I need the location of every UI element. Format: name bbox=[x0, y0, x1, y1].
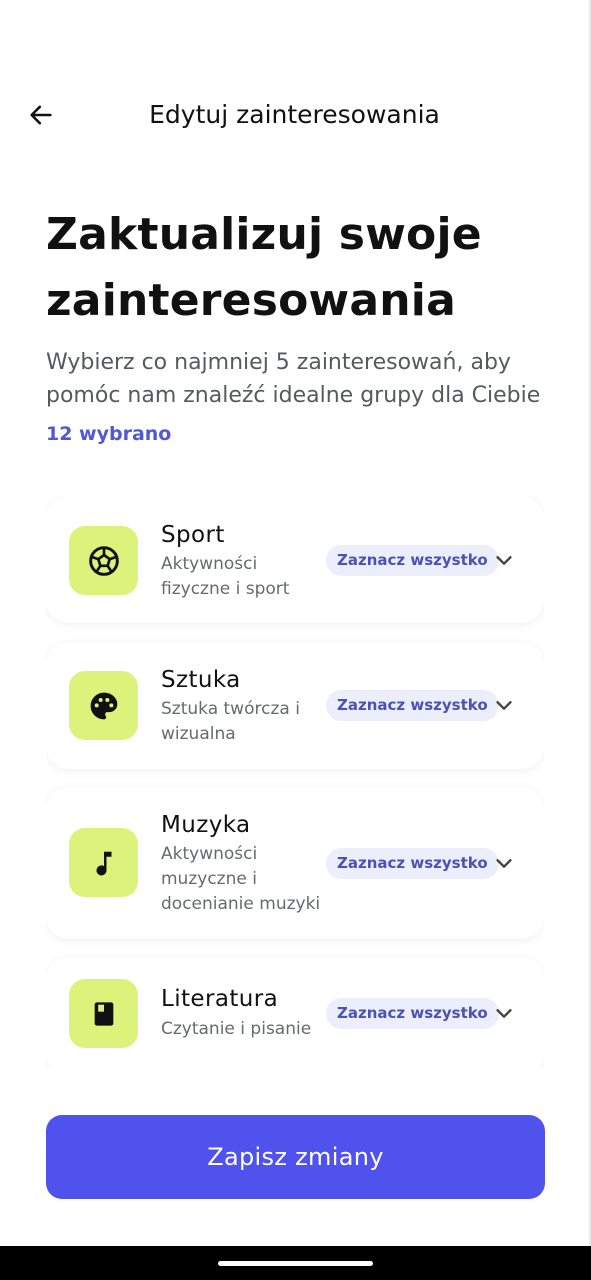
category-card-literatura[interactable]: Literatura Czytanie i pisanie Zaznacz ws… bbox=[46, 957, 544, 1068]
chevron-down-icon bbox=[496, 859, 512, 868]
select-all-button[interactable]: Zaznacz wszystko bbox=[326, 998, 499, 1029]
soccer-ball-icon bbox=[88, 545, 119, 576]
category-icon-tile bbox=[69, 979, 138, 1048]
system-nav-bar bbox=[0, 1246, 591, 1280]
category-card-muzyka[interactable]: Muzyka Aktywności muzyczne i docenianie … bbox=[46, 787, 544, 939]
chevron-down-icon bbox=[496, 556, 512, 565]
category-icon-tile bbox=[69, 526, 138, 595]
category-name: Literatura bbox=[161, 986, 279, 1012]
headline: Zaktualizuj swoje zainteresowania bbox=[46, 209, 482, 326]
page-title: Edytuj zainteresowania bbox=[149, 100, 440, 129]
expand-button[interactable] bbox=[489, 690, 519, 720]
category-icon-tile bbox=[69, 828, 138, 897]
category-card-sport[interactable]: Sport Aktywności fizyczne i sport Zaznac… bbox=[46, 496, 544, 623]
category-name: Sport bbox=[161, 522, 225, 548]
app-bar: Edytuj zainteresowania bbox=[0, 88, 589, 142]
select-all-button[interactable]: Zaznacz wszystko bbox=[326, 545, 499, 576]
expand-button[interactable] bbox=[489, 848, 519, 878]
selected-count: 12 wybrano bbox=[46, 423, 172, 445]
category-card-sztuka[interactable]: Sztuka Sztuka twórcza i wizualna Zaznacz… bbox=[46, 642, 544, 769]
select-all-button[interactable]: Zaznacz wszystko bbox=[326, 848, 499, 879]
save-button[interactable]: Zapisz zmiany bbox=[46, 1115, 545, 1199]
category-icon-tile bbox=[69, 671, 138, 740]
category-description: Aktywności fizyczne i sport bbox=[161, 554, 290, 599]
palette-icon bbox=[90, 692, 117, 719]
select-all-button[interactable]: Zaznacz wszystko bbox=[326, 690, 499, 721]
category-name: Sztuka bbox=[161, 667, 241, 693]
chevron-down-icon bbox=[496, 1009, 512, 1018]
home-indicator[interactable] bbox=[218, 1261, 373, 1266]
chevron-down-icon bbox=[496, 701, 512, 710]
book-icon bbox=[94, 1001, 113, 1026]
category-description: Sztuka twórcza i wizualna bbox=[161, 699, 300, 744]
expand-button[interactable] bbox=[489, 545, 519, 575]
category-list: Sport Aktywności fizyczne i sport Zaznac… bbox=[46, 496, 544, 1068]
category-description: Aktywności muzyczne i docenianie muzyki bbox=[161, 844, 321, 914]
expand-button[interactable] bbox=[489, 998, 519, 1028]
subtitle: Wybierz co najmniej 5 zainteresowań, aby… bbox=[46, 350, 541, 408]
category-name: Muzyka bbox=[161, 812, 251, 838]
music-note-icon bbox=[96, 851, 111, 875]
category-description: Czytanie i pisanie bbox=[161, 1019, 312, 1039]
